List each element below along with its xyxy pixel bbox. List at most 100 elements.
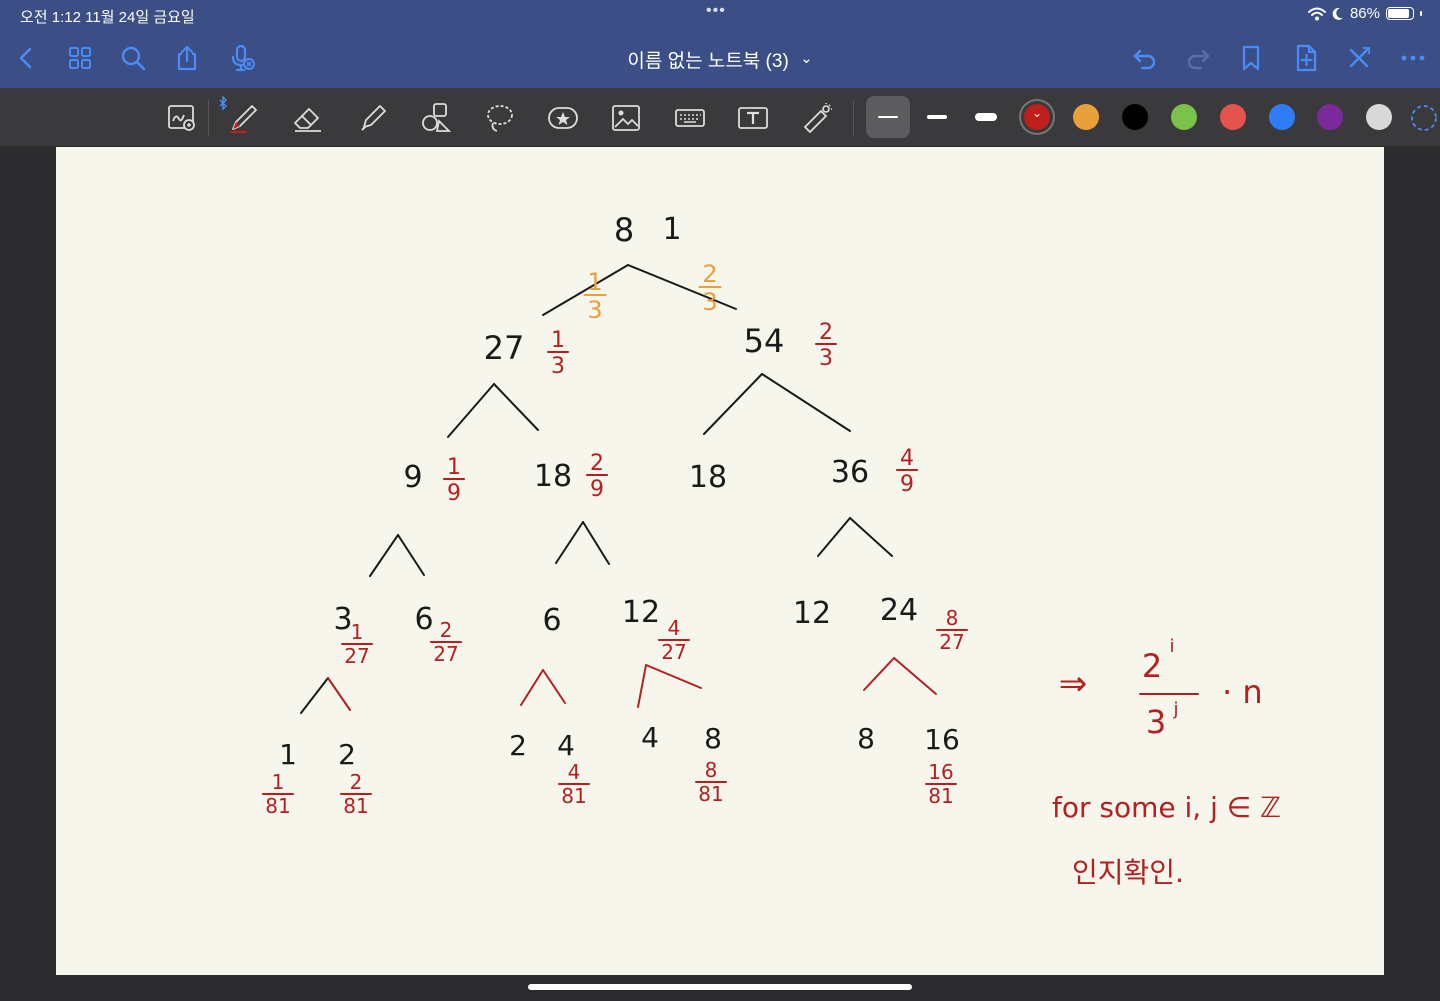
home-indicator[interactable] xyxy=(528,984,912,990)
tree-node-level2-value: 18 xyxy=(689,460,727,495)
tree-branch xyxy=(542,264,629,316)
tree-node-level3-value: 6 xyxy=(414,602,433,637)
more-button[interactable] xyxy=(1395,40,1431,76)
color-swatch[interactable] xyxy=(1269,104,1295,130)
tree-node-level4-probability-numerator: 2 xyxy=(350,770,363,794)
close-editor-button[interactable] xyxy=(1341,40,1377,76)
tree-node-level4-probability-denominator: 81 xyxy=(698,782,723,806)
tree-node-level3-probability-denominator: 27 xyxy=(433,642,458,666)
add-page-button[interactable] xyxy=(1288,40,1324,76)
tree-node-level4-value: 8 xyxy=(704,722,722,755)
tree-branch xyxy=(542,669,566,704)
tree-node-level4-probability-numerator: 16 xyxy=(928,760,953,784)
stroke-thin-option[interactable] xyxy=(866,96,910,138)
tree-node-level2-probability-numerator: 4 xyxy=(900,446,914,471)
share-button[interactable] xyxy=(169,40,205,76)
tree-node-level2-probability-denominator: 9 xyxy=(590,477,604,502)
condition-text: for some i, j ∈ ℤ xyxy=(1052,791,1281,824)
tree-branch xyxy=(863,657,895,691)
zoom-window-icon xyxy=(168,105,195,131)
formula-denominator-exponent: j xyxy=(1172,699,1178,720)
tree-branch xyxy=(703,373,763,435)
image-icon xyxy=(612,105,640,131)
toolbar-divider xyxy=(853,100,854,136)
zoom-window-tool[interactable] xyxy=(162,98,202,138)
branch-left-probability-numerator: 1 xyxy=(587,268,602,296)
title-chevron-icon: ⌄ xyxy=(800,50,813,67)
tree-node-level4-value: 1 xyxy=(279,738,297,771)
back-button[interactable] xyxy=(8,40,44,76)
tree-branch xyxy=(447,383,495,438)
keyboard-tool[interactable] xyxy=(670,98,710,138)
page-grid-button[interactable] xyxy=(62,40,98,76)
eraser-tool[interactable] xyxy=(288,98,328,138)
color-swatch[interactable] xyxy=(1073,104,1099,130)
color-swatch-selected[interactable]: ⌄ xyxy=(1024,104,1050,130)
pen-tool[interactable] xyxy=(224,98,264,138)
tree-branch xyxy=(893,657,937,695)
stroke-thin-line xyxy=(878,116,898,118)
tree-node-level4-value: 2 xyxy=(338,738,356,771)
more-icon xyxy=(1401,55,1425,61)
tree-branch xyxy=(645,664,702,689)
stroke-thick-option[interactable] xyxy=(964,96,1008,138)
grid-icon xyxy=(69,47,91,69)
tree-node-level4-probability-numerator: 4 xyxy=(568,760,581,784)
color-swatch[interactable] xyxy=(1122,104,1148,130)
color-swatch[interactable] xyxy=(1171,104,1197,130)
sticker-tool[interactable] xyxy=(543,98,583,138)
bookmark-button[interactable] xyxy=(1233,40,1269,76)
tree-node-level4-value: 2 xyxy=(509,729,527,762)
tree-node-27-probability-denominator: 3 xyxy=(551,354,565,379)
implies-symbol: ⇒ xyxy=(1059,664,1088,704)
search-button[interactable] xyxy=(115,40,151,76)
tree-node-54-probability-numerator: 2 xyxy=(819,320,833,345)
tree-node-level3-value: 12 xyxy=(622,595,660,630)
laser-pointer-icon xyxy=(803,103,832,134)
multitasking-dots[interactable]: ••• xyxy=(706,2,726,20)
tree-node-level3-value: 12 xyxy=(793,596,831,631)
eraser-icon xyxy=(294,108,321,132)
notebook-page[interactable]: 8 1 1 3 2 3 27 1 3 54 2 3 9 1 9 18 2 9 18 36 4 9 3 1 27 6 2 27 6 12 4 2… xyxy=(56,147,1384,975)
redo-icon xyxy=(1187,49,1210,70)
tree-node-27-value: 27 xyxy=(484,329,525,367)
laser-pointer-tool[interactable] xyxy=(797,98,837,138)
tree-branch xyxy=(397,534,425,576)
tree-node-level3-probability-numerator: 4 xyxy=(668,616,681,640)
shapes-tool[interactable] xyxy=(416,98,456,138)
keyboard-icon xyxy=(675,109,705,127)
document-title[interactable]: 이름 없는 노트북 (3) ⌄ xyxy=(560,46,880,73)
undo-button[interactable] xyxy=(1127,40,1163,76)
tree-node-level4-probability-denominator: 81 xyxy=(928,784,953,808)
bookmark-icon xyxy=(1242,45,1260,71)
status-bar: 오전 1:12 11월 24일 금요일 ••• 86% xyxy=(0,0,1440,30)
tree-node-level4-value: 8 xyxy=(857,722,875,755)
color-swatch[interactable] xyxy=(1220,104,1246,130)
tree-node-level2-value: 18 xyxy=(534,459,572,494)
stroke-medium-option[interactable] xyxy=(915,96,959,138)
battery-icon xyxy=(1386,7,1414,20)
record-audio-button[interactable] xyxy=(224,40,260,76)
tree-branch xyxy=(300,677,329,714)
bluetooth-icon xyxy=(219,96,227,110)
color-picker-icon[interactable] xyxy=(1410,104,1440,132)
tree-branch xyxy=(369,534,399,577)
tree-node-level3-value: 24 xyxy=(880,593,918,628)
tree-node-level2-probability-numerator: 2 xyxy=(590,451,604,476)
text-box-tool[interactable] xyxy=(733,98,773,138)
highlighter-tool[interactable] xyxy=(353,98,393,138)
tree-node-level4-probability-denominator: 81 xyxy=(561,784,586,808)
toolbar-divider xyxy=(208,100,209,136)
undo-icon xyxy=(1133,49,1156,70)
branch-right-probability-denominator: 3 xyxy=(702,288,717,316)
tree-node-level2-value: 36 xyxy=(831,455,869,490)
tree-node-level3-probability-denominator: 27 xyxy=(344,644,369,668)
star-sticker-icon xyxy=(548,107,578,129)
color-swatch[interactable] xyxy=(1317,104,1343,130)
tree-node-level4-probability-denominator: 81 xyxy=(343,794,368,818)
tree-node-level3-probability-denominator: 27 xyxy=(661,640,686,664)
lasso-tool[interactable] xyxy=(480,98,520,138)
color-swatch[interactable] xyxy=(1366,104,1392,130)
redo-button[interactable] xyxy=(1180,40,1216,76)
image-tool[interactable] xyxy=(606,98,646,138)
